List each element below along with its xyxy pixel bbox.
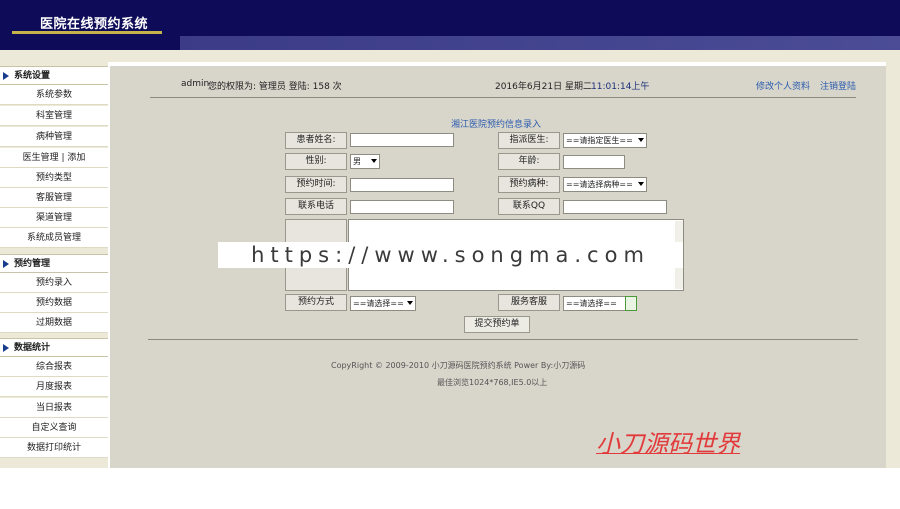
copyright: CopyRight © 2009-2010 小刀源码医院预约系统 Power B… [331, 361, 586, 370]
top-divider [150, 97, 856, 98]
patient-name-input[interactable] [350, 133, 454, 147]
time-text: 11:01:14上午 [591, 82, 650, 92]
chevron-down-icon [638, 138, 644, 142]
app-title: 医院在线预约系统 [40, 17, 149, 32]
gender-select[interactable]: 男 [350, 154, 380, 169]
phone-label: 联系电话 [285, 198, 347, 215]
top-strip [0, 50, 900, 62]
gender-select-value: 男 [353, 157, 361, 166]
sidebar-item-appointment-entry[interactable]: 预约录入 [0, 273, 108, 293]
username: admin [181, 79, 210, 89]
app-header: 医院在线预约系统 [0, 0, 900, 50]
sidebar-group-title: 预约管理 [14, 259, 51, 269]
sidebar-group-appointment[interactable]: 预约管理 [0, 254, 108, 273]
title-underline [12, 31, 162, 34]
sidebar-item-doctor[interactable]: 医生管理 | 添加 [0, 148, 108, 168]
sidebar-group-system[interactable]: 系统设置 [0, 66, 108, 85]
watermark-text: https://www.songma.com [218, 242, 683, 268]
profile-link[interactable]: 修改个人资料 [756, 79, 810, 92]
sidebar-item-appointment-data[interactable]: 预约数据 [0, 293, 108, 313]
method-label: 预约方式 [285, 294, 347, 311]
browser-note: 最佳浏览1024*768,IE5.0以上 [437, 378, 548, 387]
bottom-divider [148, 339, 858, 340]
sidebar-item-disease[interactable]: 病种管理 [0, 127, 108, 147]
sidebar-item-members[interactable]: 系统成员管理 [0, 228, 108, 248]
disease-select-value: ==请选择病种== [566, 180, 633, 189]
method-select[interactable]: ==请选择== [350, 296, 416, 311]
time-label: 预约时间: [285, 176, 347, 193]
gender-label: 性别: [285, 153, 347, 170]
disease-select[interactable]: ==请选择病种== [563, 177, 647, 192]
qq-input[interactable] [563, 200, 667, 214]
service-label: 服务客服 [498, 294, 560, 311]
role-text: 您的权限为: 管理员 登陆: 158 次 [208, 82, 342, 92]
disease-label: 预约病种: [498, 176, 560, 193]
header-highlight-bar [180, 36, 900, 50]
expand-arrow-icon [3, 344, 9, 352]
sidebar-item-appointment-type[interactable]: 预约类型 [0, 168, 108, 188]
sidebar-item-daily-report[interactable]: 当日报表 [0, 398, 108, 418]
method-select-value: ==请选择== [353, 299, 404, 308]
service-select-value: ==请选择== [566, 299, 617, 308]
sidebar-item-system-params[interactable]: 系统参数 [0, 85, 108, 105]
doctor-select[interactable]: ==请指定医生== [563, 133, 647, 148]
sidebar-item-service[interactable]: 客服管理 [0, 188, 108, 208]
age-input[interactable] [563, 155, 625, 169]
sidebar-item-print-stats[interactable]: 数据打印统计 [0, 438, 108, 458]
sidebar-item-monthly-report[interactable]: 月度报表 [0, 377, 108, 397]
expand-arrow-icon [3, 260, 9, 268]
age-label: 年龄: [498, 153, 560, 170]
submit-button[interactable]: 提交预约单 [464, 316, 530, 333]
sidebar-group-title: 系统设置 [14, 71, 51, 81]
phone-input[interactable] [350, 200, 454, 214]
date-text: 2016年6月21日 星期二 [495, 82, 592, 92]
sidebar-item-expired-data[interactable]: 过期数据 [0, 313, 108, 333]
expand-arrow-icon [3, 72, 9, 80]
doctor-label: 指派医生: [498, 132, 560, 149]
right-strip [886, 62, 900, 468]
doctor-select-value: ==请指定医生== [566, 136, 633, 145]
sidebar-item-custom-query[interactable]: 自定义查询 [0, 418, 108, 438]
patient-name-label: 患者姓名: [285, 132, 347, 149]
sidebar-group-title: 数据统计 [14, 343, 51, 353]
chevron-down-icon [638, 182, 644, 186]
sidebar: 系统设置 系统参数 科室管理 病种管理 医生管理 | 添加 预约类型 客服管理 … [0, 62, 108, 468]
appointment-time-input[interactable] [350, 178, 454, 192]
chevron-down-icon [371, 159, 377, 163]
form-title: 湘江医院预约信息录入 [451, 120, 542, 130]
qq-label: 联系QQ [498, 198, 560, 215]
sidebar-item-summary-report[interactable]: 综合报表 [0, 357, 108, 377]
brand-text: 小刀源码世界 [596, 430, 740, 458]
sidebar-group-statistics[interactable]: 数据统计 [0, 338, 108, 357]
bottom-strip [0, 468, 900, 509]
sidebar-item-channel[interactable]: 渠道管理 [0, 208, 108, 228]
logout-link[interactable]: 注销登陆 [820, 79, 856, 92]
sidebar-item-department[interactable]: 科室管理 [0, 106, 108, 126]
service-select-focus-box[interactable] [625, 296, 637, 311]
chevron-down-icon [407, 301, 413, 305]
